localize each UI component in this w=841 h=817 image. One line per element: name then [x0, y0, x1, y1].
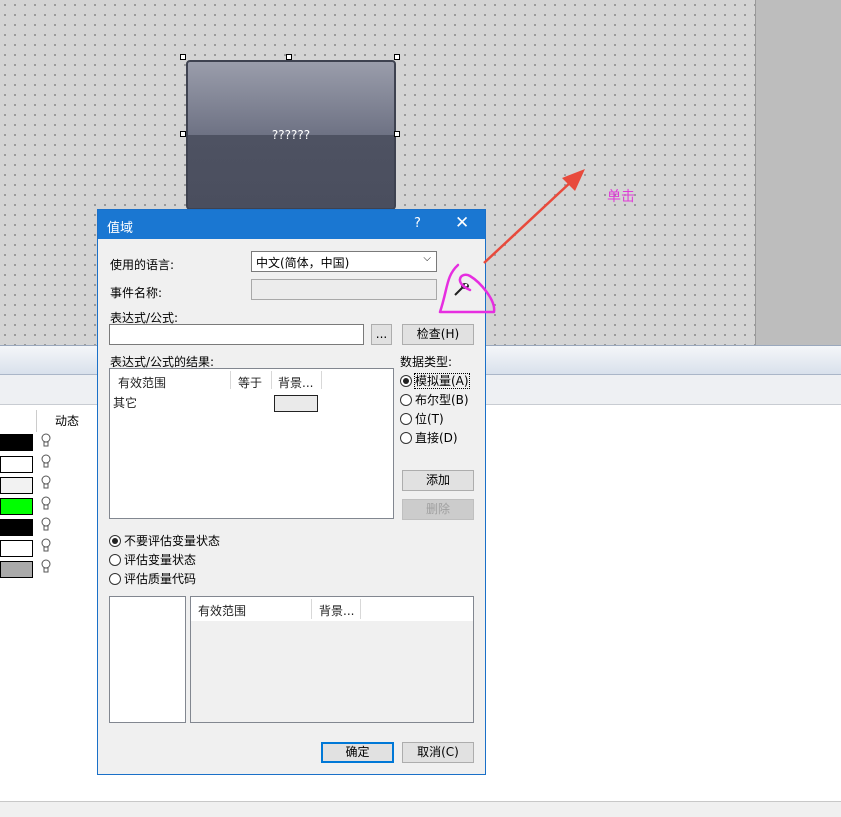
button-widget[interactable]: ??????	[186, 60, 396, 210]
column-header-equals: 等于	[238, 376, 263, 390]
radio-dot	[400, 413, 412, 425]
annotation-text: 单击	[607, 189, 635, 205]
event-name-field	[251, 279, 437, 300]
color-swatch[interactable]	[0, 561, 33, 578]
bulb-icon[interactable]	[40, 559, 52, 575]
radio-label: 位(T)	[415, 412, 444, 426]
bulb-icon[interactable]	[40, 454, 52, 470]
bulb-icon[interactable]	[40, 433, 52, 449]
radio-label: 布尔型(B)	[415, 393, 469, 407]
range-dialog: 值域 ? ✕ 使用的语言: 中文(简体，中国) ⌵ 事件名称: 表达式/公式: …	[97, 209, 486, 775]
no-eval-radio[interactable]: 不要评估变量状态	[109, 532, 220, 549]
datatype-direct-radio[interactable]: 直接(D)	[400, 429, 458, 446]
color-swatch[interactable]	[0, 477, 33, 494]
color-swatch[interactable]	[0, 540, 33, 557]
radio-dot	[400, 432, 412, 444]
dialog-titlebar: 值域 ? ✕	[98, 210, 485, 239]
datatype-bit-radio[interactable]: 位(T)	[400, 410, 444, 427]
help-button[interactable]: ?	[414, 216, 421, 231]
chevron-down-icon: ⌵	[423, 253, 431, 264]
ok-button[interactable]: 确定	[321, 742, 394, 763]
selection-handle[interactable]	[394, 131, 400, 137]
bulb-icon[interactable]	[40, 538, 52, 554]
status-bar	[0, 801, 841, 817]
radio-dot	[109, 554, 121, 566]
color-swatch[interactable]	[0, 434, 33, 451]
delete-button: 删除	[402, 499, 474, 520]
color-swatch[interactable]	[0, 498, 33, 515]
close-button[interactable]: ✕	[455, 213, 469, 233]
add-button[interactable]: 添加	[402, 470, 474, 491]
result-table[interactable]: 有效范围 等于 背景... 其它	[109, 368, 394, 519]
language-value: 中文(简体，中国)	[256, 256, 350, 270]
dynamic-column-header: 动态	[36, 410, 96, 432]
bulb-icon[interactable]	[40, 517, 52, 533]
radio-label: 模拟量(A)	[414, 373, 470, 389]
check-button[interactable]: 检查(H)	[402, 324, 474, 345]
radio-label: 评估质量代码	[124, 572, 197, 586]
radio-dot	[400, 394, 412, 406]
column-separator	[311, 599, 312, 619]
radio-dot	[400, 375, 412, 387]
column-header-range: 有效范围	[118, 376, 167, 390]
color-swatch[interactable]	[0, 519, 33, 536]
dialog-title: 值域	[107, 221, 134, 236]
selection-handle[interactable]	[286, 54, 292, 60]
radio-label: 直接(D)	[415, 431, 458, 445]
selection-handle[interactable]	[394, 54, 400, 60]
radio-dot	[109, 535, 121, 547]
expression-field[interactable]	[109, 324, 364, 345]
bulb-icon[interactable]	[40, 496, 52, 512]
column-header-background: 背景...	[319, 604, 355, 618]
column-separator	[360, 599, 361, 619]
datatype-label: 数据类型:	[400, 355, 453, 369]
background-color-swatch[interactable]	[274, 395, 318, 412]
column-header-range: 有效范围	[198, 604, 247, 618]
browse-button[interactable]: ...	[371, 324, 392, 345]
bulb-icon[interactable]	[40, 475, 52, 491]
eval-quality-radio[interactable]: 评估质量代码	[109, 570, 196, 587]
language-select[interactable]: 中文(简体，中国) ⌵	[251, 251, 437, 272]
cancel-button[interactable]: 取消(C)	[402, 742, 474, 763]
language-label: 使用的语言:	[110, 258, 175, 272]
radio-dot	[109, 573, 121, 585]
radio-label: 不要评估变量状态	[124, 534, 221, 548]
eval-status-radio[interactable]: 评估变量状态	[109, 551, 196, 568]
radio-label: 评估变量状态	[124, 553, 197, 567]
variable-list[interactable]	[109, 596, 186, 723]
canvas-margin	[755, 0, 841, 345]
column-separator	[230, 371, 231, 389]
color-swatch[interactable]	[0, 456, 33, 473]
table-row-label: 其它	[113, 396, 138, 410]
status-table[interactable]: 有效范围 背景...	[190, 596, 474, 723]
column-separator	[271, 371, 272, 389]
selection-handle[interactable]	[180, 131, 186, 137]
widget-label: ??????	[271, 128, 311, 142]
column-header-background: 背景...	[278, 376, 314, 390]
datatype-analog-radio[interactable]: 模拟量(A)	[400, 372, 470, 389]
datatype-bool-radio[interactable]: 布尔型(B)	[400, 391, 469, 408]
event-label: 事件名称:	[110, 286, 163, 300]
event-wand-icon[interactable]	[453, 281, 471, 297]
column-separator	[321, 371, 322, 389]
selection-handle[interactable]	[180, 54, 186, 60]
